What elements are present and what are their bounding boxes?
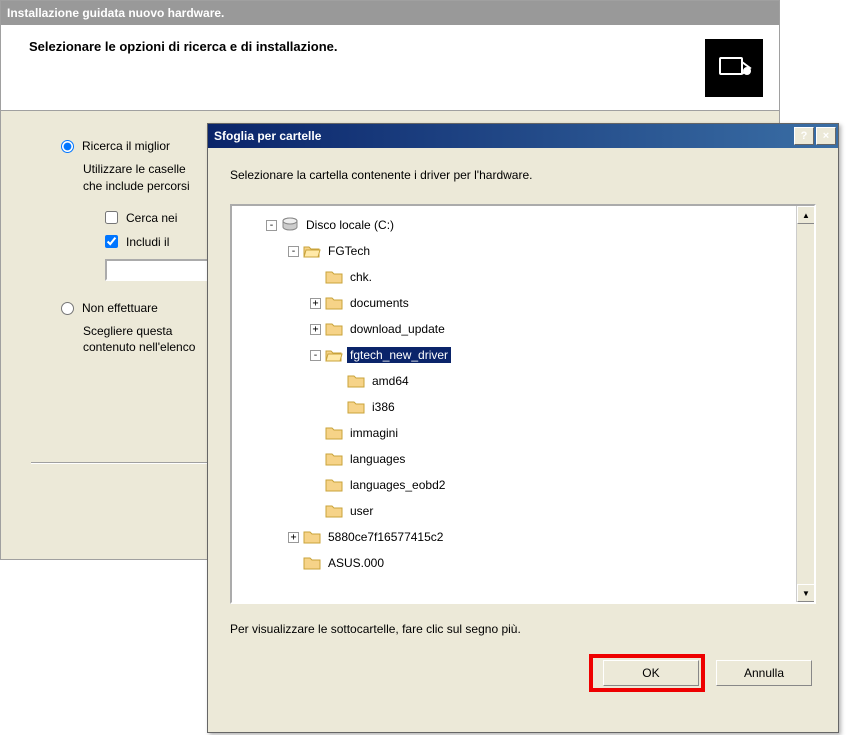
scroll-up-button[interactable]: ▲ (797, 206, 815, 224)
tree-node-label[interactable]: immagini (347, 425, 401, 441)
folder-icon (347, 373, 365, 389)
tree-node-label[interactable]: documents (347, 295, 412, 311)
folder-icon (347, 399, 365, 415)
radio-search-best-input[interactable] (61, 140, 74, 153)
wizard-heading: Selezionare le opzioni di ricerca e di i… (29, 39, 779, 54)
cancel-button[interactable]: Annulla (716, 660, 812, 686)
tree-row[interactable]: chk. (236, 264, 810, 290)
wizard-header-icon (705, 39, 763, 97)
tree-node-label[interactable]: Disco locale (C:) (303, 217, 397, 233)
tree-row[interactable]: ASUS.000 (236, 550, 810, 576)
tree-node-label[interactable]: chk. (347, 269, 375, 285)
wizard-title: Installazione guidata nuovo hardware. (7, 6, 224, 20)
tree-node-label[interactable]: amd64 (369, 373, 412, 389)
expand-icon[interactable]: + (310, 324, 321, 335)
folder-tree[interactable]: -Disco locale (C:)-FGTechchk.+documents+… (232, 206, 814, 582)
tree-node-label[interactable]: i386 (369, 399, 398, 415)
ok-button[interactable]: OK (603, 660, 699, 686)
wizard-header: Selezionare le opzioni di ricerca e di i… (1, 25, 779, 111)
ok-button-highlight: OK (589, 654, 705, 692)
titlebar-buttons: ? × (794, 127, 838, 145)
tree-node-label[interactable]: 5880ce7f16577415c2 (325, 529, 446, 545)
folder-icon (325, 295, 343, 311)
tree-scrollbar[interactable]: ▲ ▼ (796, 206, 814, 602)
check-search-media-label: Cerca nei (126, 211, 177, 225)
expander-placeholder (288, 558, 299, 569)
radio-no-search-label: Non effettuare (82, 301, 158, 315)
collapse-icon[interactable]: - (310, 350, 321, 361)
folder-icon (325, 425, 343, 441)
folder-open-icon (303, 243, 321, 259)
radio-search-best-label: Ricerca il miglior (82, 139, 170, 153)
collapse-icon[interactable]: - (288, 246, 299, 257)
folder-icon (325, 321, 343, 337)
scroll-down-button[interactable]: ▼ (797, 584, 815, 602)
expander-placeholder (332, 402, 343, 413)
radio-no-search-input[interactable] (61, 302, 74, 315)
browse-title: Sfoglia per cartelle (214, 129, 321, 143)
browse-instruction: Selezionare la cartella contenente i dri… (230, 168, 816, 182)
expander-placeholder (310, 454, 321, 465)
tree-node-label[interactable]: download_update (347, 321, 448, 337)
wizard-titlebar: Installazione guidata nuovo hardware. (1, 1, 779, 25)
expander-placeholder (310, 272, 321, 283)
expander-placeholder (310, 506, 321, 517)
expander-placeholder (332, 376, 343, 387)
tree-node-label[interactable]: user (347, 503, 376, 519)
tree-row[interactable]: languages (236, 446, 810, 472)
tree-row[interactable]: + documents (236, 290, 810, 316)
folder-icon (325, 269, 343, 285)
tree-node-label[interactable]: languages (347, 451, 408, 467)
tree-row[interactable]: - Disco locale (C:) (236, 212, 810, 238)
folder-tree-container: -Disco locale (C:)-FGTechchk.+documents+… (230, 204, 816, 604)
tree-row[interactable]: immagini (236, 420, 810, 446)
browse-body: Selezionare la cartella contenente i dri… (208, 148, 838, 706)
folder-icon (303, 555, 321, 571)
folder-open-icon (325, 347, 343, 363)
expander-placeholder (310, 480, 321, 491)
folder-icon (325, 477, 343, 493)
tree-row[interactable]: + download_update (236, 316, 810, 342)
expand-icon[interactable]: + (288, 532, 299, 543)
tree-row[interactable]: amd64 (236, 368, 810, 394)
browse-button-row: OK Annulla (230, 654, 816, 692)
close-button[interactable]: × (816, 127, 836, 145)
tree-node-label[interactable]: FGTech (325, 243, 373, 259)
collapse-icon[interactable]: - (266, 220, 277, 231)
folder-icon (303, 529, 321, 545)
expand-icon[interactable]: + (310, 298, 321, 309)
folder-icon (325, 503, 343, 519)
browse-hint: Per visualizzare le sottocartelle, fare … (230, 622, 816, 636)
browse-folder-dialog: Sfoglia per cartelle ? × Selezionare la … (207, 123, 839, 733)
check-include-location-label: Includi il (126, 235, 169, 249)
tree-node-label[interactable]: languages_eobd2 (347, 477, 448, 493)
tree-row[interactable]: - FGTech (236, 238, 810, 264)
tree-row[interactable]: +5880ce7f16577415c2 (236, 524, 810, 550)
drive-icon (281, 217, 299, 233)
expander-placeholder (310, 428, 321, 439)
tree-node-label[interactable]: fgtech_new_driver (347, 347, 451, 363)
folder-icon (325, 451, 343, 467)
tree-row[interactable]: user (236, 498, 810, 524)
help-button[interactable]: ? (794, 127, 814, 145)
tree-row[interactable]: languages_eobd2 (236, 472, 810, 498)
check-search-media-input[interactable] (105, 211, 118, 224)
tree-row[interactable]: - fgtech_new_driver (236, 342, 810, 368)
tree-row[interactable]: i386 (236, 394, 810, 420)
tree-node-label[interactable]: ASUS.000 (325, 555, 387, 571)
check-include-location-input[interactable] (105, 235, 118, 248)
browse-titlebar[interactable]: Sfoglia per cartelle ? × (208, 124, 838, 148)
